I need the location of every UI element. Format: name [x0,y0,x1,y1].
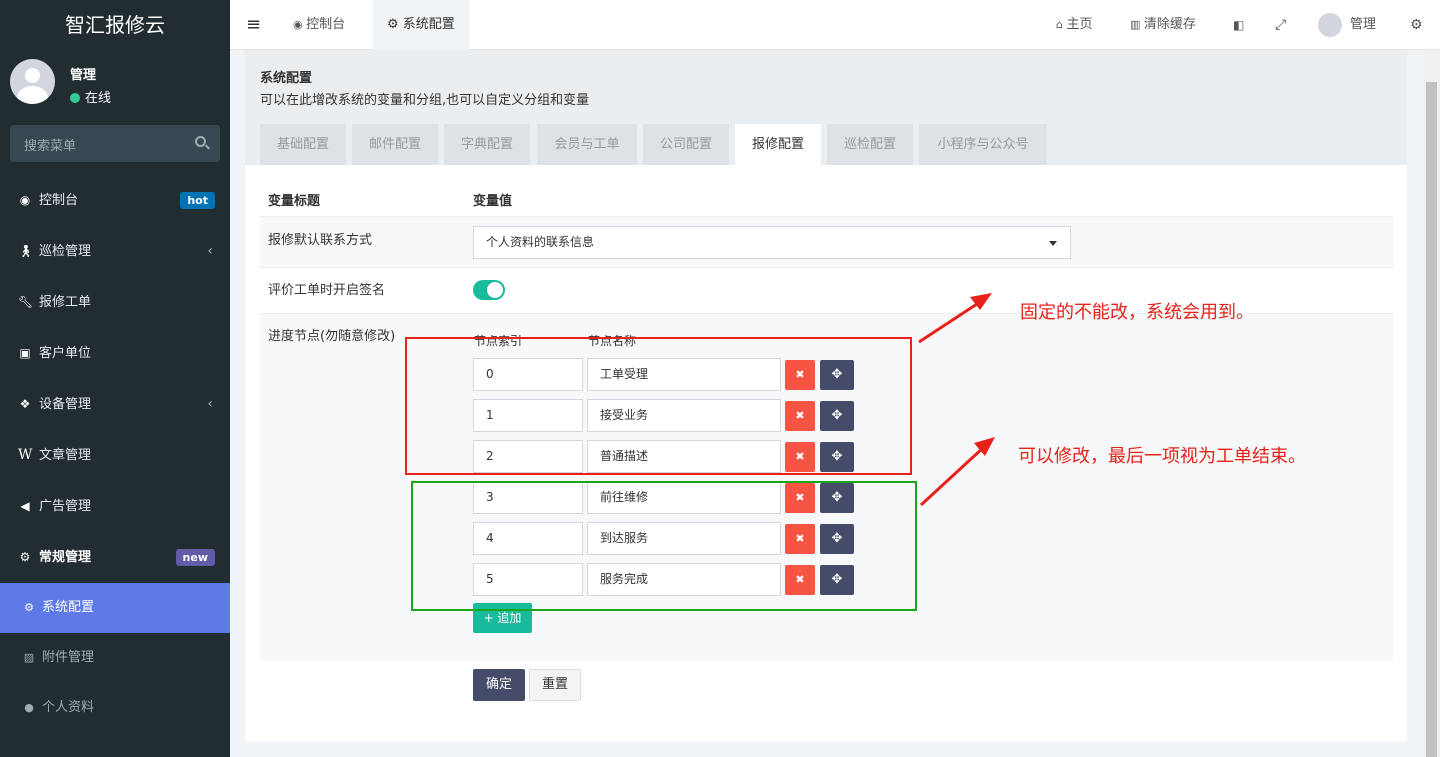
walking-icon: 🚶︎ [18,244,34,258]
sidebar-item-ads[interactable]: ◀︎ 广告管理 [0,481,230,532]
contact-book-icon: ▣ [19,346,31,360]
search-icon[interactable] [195,136,206,147]
sidebar: 智汇报修云 管理 在线 搜索菜单 ◉ 控制台 hot 🚶︎ 巡检管理 ‹ 🔧︎ 报修工单 … [0,0,230,757]
signature-toggle[interactable] [473,280,505,300]
avatar [10,59,55,104]
editable-nodes-highlight [411,481,917,611]
menu-search-input[interactable]: 搜索菜单 [10,125,220,162]
tab-basic[interactable]: 基础配置 [260,124,346,165]
fullscreen-icon[interactable]: ⤢ [1275,0,1286,50]
page-scrollbar[interactable] [1423,50,1440,757]
wrench-icon: 🔧︎ [18,295,34,309]
sidebar-item-label: 文章管理 [39,448,92,463]
cog-icon: ⚙︎ [24,601,34,614]
user-name: 管理 [70,68,97,83]
column-header-title: 变量标题 [268,194,321,209]
tab-system-config[interactable]: ⚙︎ 系统配置 [373,0,469,50]
tab-dictionary[interactable]: 字典配置 [444,124,530,165]
fixed-nodes-highlight [405,337,912,475]
home-icon: ⌂ [1056,18,1067,31]
search-placeholder: 搜索菜单 [24,139,77,154]
sidebar-item-profile[interactable]: ● 个人资料 [0,683,230,733]
caret-down-icon [1049,241,1057,246]
contact-method-label: 报修默认联系方式 [268,233,373,248]
sidebar-item-label: 系统配置 [42,600,95,615]
new-badge: new [175,549,215,566]
sidebar-menu: ◉ 控制台 hot 🚶︎ 巡检管理 ‹ 🔧︎ 报修工单 ▣ 客户单位 ❖ 设备管理 ‹ W 文章管… [0,175,230,733]
chevron-left-icon: ‹ [207,243,213,259]
dashboard-icon: ◉ [293,18,307,31]
sidebar-item-label: 设备管理 [39,397,92,412]
sidebar-item-dashboard[interactable]: ◉ 控制台 hot [0,175,230,226]
user-icon: ● [24,701,34,714]
sidebar-item-label: 常规管理 [39,550,92,565]
sidebar-item-label: 广告管理 [39,499,92,514]
panel-title: 系统配置 [260,71,313,86]
home-link[interactable]: ⌂ 主页 [1056,0,1093,50]
hot-badge: hot [180,192,215,209]
sidebar-item-articles[interactable]: W 文章管理 [0,430,230,481]
app-logo[interactable]: 智汇报修云 [0,0,230,50]
clear-cache-label: 清除缓存 [1143,17,1196,32]
sidebar-item-inspection[interactable]: 🚶︎ 巡检管理 ‹ [0,226,230,277]
user-status-label: 在线 [85,91,112,106]
home-label: 主页 [1066,17,1093,32]
tab-miniprogram[interactable]: 小程序与公众号 [919,124,1047,165]
volume-icon: ◀︎ [20,499,30,513]
tab-mail[interactable]: 邮件配置 [352,124,438,165]
gears-icon: ⚙︎ [19,550,31,564]
select-value: 个人资料的联系信息 [486,235,595,249]
sidebar-item-label: 报修工单 [39,295,92,310]
annotation-editable: 可以修改，最后一项视为工单结束。 [1018,446,1306,467]
image-icon: ▨ [23,651,35,664]
user-menu-label: 管理 [1350,17,1377,32]
clear-cache-button[interactable]: ▥ 清除缓存 [1130,0,1196,50]
cog-icon: ⚙︎ [387,17,403,32]
submit-button[interactable]: 确定 [473,669,525,701]
sidebar-item-label: 巡检管理 [39,244,92,259]
chevron-left-icon: ‹ [207,396,213,412]
tab-repair-config[interactable]: 报修配置 [735,124,821,165]
column-header-value: 变量值 [473,194,513,209]
tab-label: 控制台 [306,17,346,32]
sidebar-item-attachments[interactable]: ▨ 附件管理 [0,633,230,683]
tab-label: 系统配置 [402,17,455,32]
online-dot-icon [70,93,80,103]
sidebar-item-devices[interactable]: ❖ 设备管理 ‹ [0,379,230,430]
sidebar-item-label: 客户单位 [39,346,92,361]
tab-member-orders[interactable]: 会员与工单 [537,124,637,165]
menu-toggle-button[interactable]: ≡ [246,0,261,50]
user-menu[interactable]: 管理 [1318,0,1376,50]
scrollbar-thumb[interactable] [1426,82,1437,757]
signature-label: 评价工单时开启签名 [268,283,386,298]
tab-inspection[interactable]: 巡检配置 [827,124,913,165]
panel-description: 可以在此增改系统的变量和分组,也可以自定义分组和变量 [260,93,590,108]
sidebar-item-label: 控制台 [39,193,79,208]
user-status: 在线 [70,87,111,106]
progress-nodes-label: 进度节点(勿随意修改) [268,329,396,344]
dashboard-icon: ◉ [19,193,31,207]
sidebar-item-label: 个人资料 [42,700,95,715]
tab-company[interactable]: 公司配置 [643,124,729,165]
sidebar-item-general[interactable]: ⚙︎ 常规管理 new [0,532,230,583]
sidebar-item-customers[interactable]: ▣ 客户单位 [0,328,230,379]
panel-heading: 系统配置 可以在此增改系统的变量和分组,也可以自定义分组和变量 基础配置 邮件配… [245,50,1407,165]
wikipedia-w-icon: W [18,447,33,463]
sidebar-item-system-config[interactable]: ⚙︎ 系统配置 [0,583,230,633]
translate-icon[interactable]: ◧ [1233,0,1244,50]
user-panel: 管理 在线 [0,50,230,120]
sidebar-item-repair-orders[interactable]: 🔧︎ 报修工单 [0,277,230,328]
tab-dashboard[interactable]: ◉ 控制台 [280,0,358,50]
contact-method-select[interactable]: 个人资料的联系信息 [473,226,1071,259]
sidebar-item-label: 附件管理 [42,650,95,665]
settings-gears-icon[interactable]: ⚙︎ [1410,0,1423,50]
avatar [1318,12,1342,37]
annotation-fixed: 固定的不能改，系统会用到。 [1020,302,1254,323]
cubes-icon: ❖ [19,397,31,411]
reset-button[interactable]: 重置 [529,669,581,701]
trash-icon: ▥ [1130,18,1144,31]
top-navbar: ≡ ◉ 控制台 ⚙︎ 系统配置 ⌂ 主页 ▥ 清除缓存 ◧ ⤢ 管理 ⚙︎ [230,0,1440,50]
